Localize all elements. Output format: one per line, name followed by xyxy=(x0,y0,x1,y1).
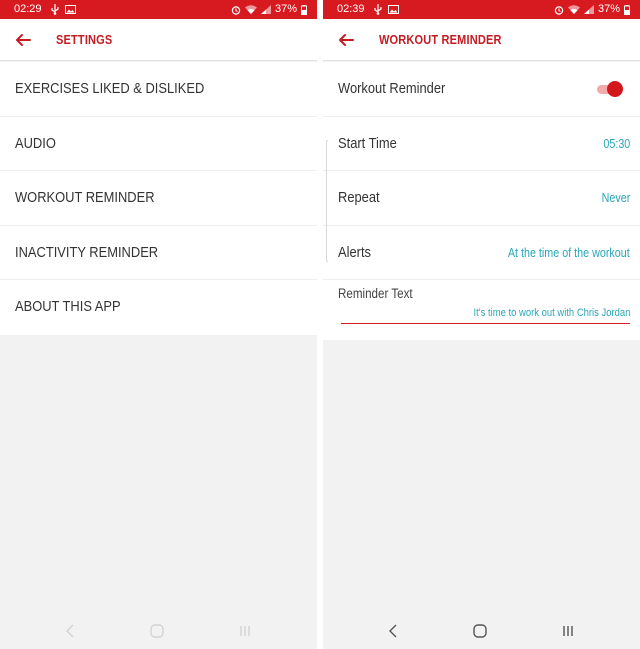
arrow-left-icon[interactable] xyxy=(12,29,34,51)
battery-icon xyxy=(301,4,307,15)
scroll-indicator xyxy=(326,140,328,262)
workout-reminder-toggle[interactable] xyxy=(595,81,623,97)
wifi-icon xyxy=(244,5,257,14)
system-nav-bar xyxy=(0,613,317,649)
settings-item-exercises-liked-disliked[interactable]: EXERCISES LIKED & DISLIKED xyxy=(0,62,317,117)
home-icon[interactable] xyxy=(471,622,489,640)
workout-reminder-label: Workout Reminder xyxy=(338,80,446,97)
alarm-icon xyxy=(231,5,241,15)
image-icon xyxy=(65,5,76,14)
home-icon[interactable] xyxy=(148,622,166,640)
app-bar: WORKOUT REMINDER xyxy=(323,19,640,61)
workout-reminder-screen: 02:39 37% WORKOUT REMINDER Workout Remin… xyxy=(323,0,640,649)
reminder-text-label: Reminder Text xyxy=(338,286,413,301)
start-time-label: Start Time xyxy=(338,134,397,152)
repeat-row[interactable]: Repeat Never xyxy=(323,171,640,226)
repeat-value: Never xyxy=(601,191,630,205)
repeat-label: Repeat xyxy=(338,189,380,206)
battery-icon xyxy=(624,4,630,15)
start-time-row[interactable]: Start Time 05:30 xyxy=(323,116,640,171)
signal-icon xyxy=(583,5,594,14)
start-time-value: 05:30 xyxy=(603,136,630,151)
alarm-icon xyxy=(554,5,564,15)
battery-percent: 37% xyxy=(597,3,620,15)
settings-item-about-this-app[interactable]: ABOUT THIS APP xyxy=(0,280,317,335)
reminder-text-row: Reminder Text It's time to work out with… xyxy=(323,280,640,340)
signal-icon xyxy=(260,5,271,14)
usb-icon xyxy=(50,4,60,15)
workout-reminder-row[interactable]: Workout Reminder xyxy=(323,62,640,117)
arrow-left-icon[interactable] xyxy=(335,29,357,51)
back-icon[interactable] xyxy=(385,622,403,640)
page-title: WORKOUT REMINDER xyxy=(379,33,502,47)
status-bar: 02:29 37% xyxy=(0,0,317,19)
recents-icon[interactable] xyxy=(236,622,254,640)
system-nav-bar xyxy=(323,613,640,649)
settings-list: EXERCISES LIKED & DISLIKED AUDIO WORKOUT… xyxy=(0,62,317,335)
settings-item-label: EXERCISES LIKED & DISLIKED xyxy=(15,80,205,97)
settings-item-label: AUDIO xyxy=(15,134,56,152)
usb-icon xyxy=(373,4,383,15)
recents-icon[interactable] xyxy=(559,622,577,640)
status-time: 02:29 xyxy=(14,3,42,15)
status-bar: 02:39 37% xyxy=(323,0,640,19)
reminder-settings-list: Workout Reminder Start Time 05:30 Repeat… xyxy=(323,62,640,340)
page-title: SETTINGS xyxy=(56,33,113,47)
settings-item-label: WORKOUT REMINDER xyxy=(15,189,155,206)
settings-item-inactivity-reminder[interactable]: INACTIVITY REMINDER xyxy=(0,225,317,280)
toggle-thumb xyxy=(607,81,623,97)
settings-screen: 02:29 37% SETTINGS EXERCISES LIKED & DIS… xyxy=(0,0,317,649)
app-bar: SETTINGS xyxy=(0,19,317,61)
settings-item-audio[interactable]: AUDIO xyxy=(0,116,317,171)
alerts-value: At the time of the workout xyxy=(508,245,630,260)
image-icon xyxy=(388,5,399,14)
wifi-icon xyxy=(567,5,580,14)
back-icon[interactable] xyxy=(62,622,80,640)
reminder-text-input[interactable]: It's time to work out with Chris Jordan xyxy=(341,304,630,324)
reminder-text-value: It's time to work out with Chris Jordan xyxy=(473,307,630,319)
settings-item-label: INACTIVITY REMINDER xyxy=(15,243,159,261)
alerts-label: Alerts xyxy=(338,243,371,261)
settings-item-label: ABOUT THIS APP xyxy=(15,298,121,315)
status-time: 02:39 xyxy=(337,3,365,15)
battery-percent: 37% xyxy=(274,3,297,15)
alerts-row[interactable]: Alerts At the time of the workout xyxy=(323,225,640,280)
settings-item-workout-reminder[interactable]: WORKOUT REMINDER xyxy=(0,171,317,226)
